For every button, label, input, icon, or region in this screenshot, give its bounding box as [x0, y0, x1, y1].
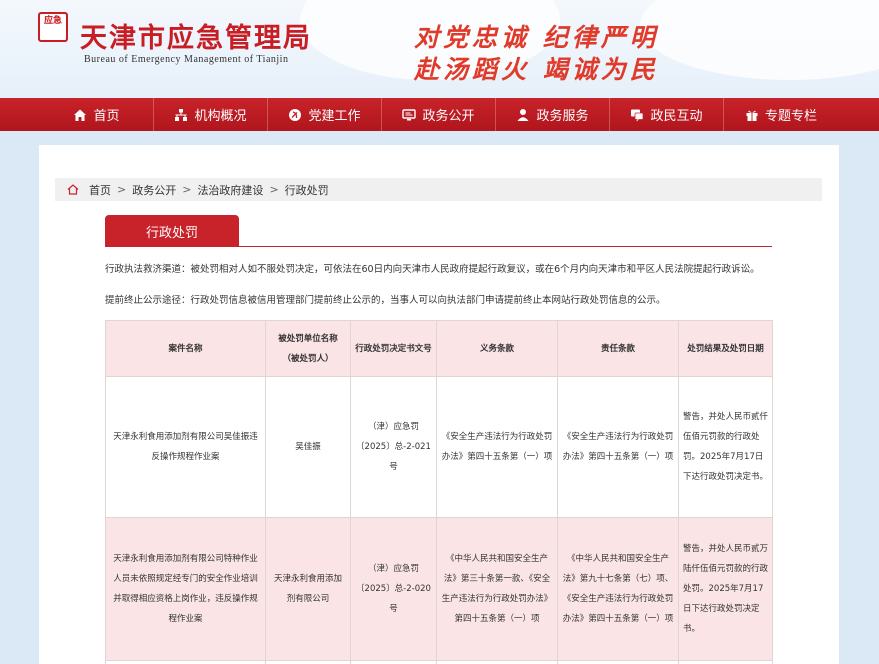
nav-item-label: 政务公开 [422, 109, 475, 124]
column-header: 义务条款 [436, 320, 558, 377]
table-cell-obligation: 《中华人民共和国安全生产法》第三十条第一款、《安全生产违法行为行政处罚办法》第四… [436, 517, 558, 661]
breadcrumb-separator: > [117, 183, 127, 196]
table-cell-empty [678, 660, 773, 664]
home-icon [67, 184, 79, 195]
table-cell-empty [105, 660, 266, 664]
notice-remedy-channel: 行政执法救济渠道：被处罚相对人如不服处罚决定，可依法在60日内向天津市人民政府提… [105, 264, 760, 275]
nav-item-party[interactable]: 党建工作 [268, 98, 382, 131]
table-cell-liability: 《中华人民共和国安全生产法》第九十七条第（七）项、《安全生产违法行为行政处罚办法… [557, 517, 679, 661]
breadcrumb: 首页 > 政务公开 > 法治政府建设 > 行政处罚 [55, 178, 822, 201]
nav-item-gov-service[interactable]: 政务服务 [496, 98, 610, 131]
table-row [105, 660, 773, 664]
header-cloud-decoration [640, 0, 879, 80]
nav-item-label: 专题专栏 [764, 109, 817, 124]
table-cell-decision-no: （津）应急罚〔2025〕总-2-021号 [350, 376, 437, 518]
table-header-row: 案件名称 被处罚单位名称（被处罚人） 行政处罚决定书文号 义务条款 责任条款 处… [105, 320, 773, 377]
column-header: 责任条款 [557, 320, 679, 377]
emblem-text: 应急 [43, 16, 62, 26]
table-cell-obligation: 《安全生产违法行为行政处罚办法》第四十五条第（一）项 [436, 376, 558, 518]
breadcrumb-link-home[interactable]: 首页 [89, 182, 111, 198]
nav-item-label: 政务服务 [536, 109, 589, 124]
nav-item-label: 政民互动 [650, 109, 703, 124]
penalty-table: 案件名称 被处罚单位名称（被处罚人） 行政处罚决定书文号 义务条款 责任条款 处… [105, 320, 773, 664]
table-cell-empty [350, 660, 437, 664]
home-icon [74, 109, 87, 121]
breadcrumb-link-gov-affairs[interactable]: 政务公开 [132, 182, 176, 198]
breadcrumb-separator: > [182, 183, 192, 196]
nav-item-gov-affairs[interactable]: 政务公开 [382, 98, 496, 131]
table-cell-case-name: 天津永利食用添加剂有限公司吴佳振违反操作规程作业案 [105, 376, 266, 518]
table-cell-result: 警告，并处人民币贰万陆仟伍佰元罚款的行政处罚。2025年7月17日下达行政处罚决… [678, 517, 773, 661]
table-row: 天津永利食用添加剂有限公司吴佳振违反操作规程作业案 吴佳振 （津）应急罚〔202… [105, 376, 773, 518]
nav-item-interaction[interactable]: 政民互动 [610, 98, 724, 131]
notice-early-termination: 提前终止公示途径：行政处罚信息被信用管理部门提前终止公示的，当事人可以向执法部门… [105, 295, 666, 306]
party-icon [289, 108, 302, 121]
table-cell-empty [436, 660, 558, 664]
user-icon [517, 108, 529, 121]
nav-item-label: 机构概况 [194, 109, 247, 124]
table-cell-party: 吴佳振 [265, 376, 351, 518]
site-subtitle: Bureau of Emergency Management of Tianji… [84, 54, 289, 65]
breadcrumb-link-law-gov[interactable]: 法治政府建设 [197, 182, 263, 198]
chat-icon [631, 109, 644, 121]
nav-item-label: 首页 [93, 109, 120, 124]
table-cell-empty [557, 660, 679, 664]
table-row: 天津永利食用添加剂有限公司特种作业人员未依照规定经专门的安全作业培训并取得相应资… [105, 517, 773, 661]
section-divider [105, 246, 772, 247]
site-title[interactable]: 天津市应急管理局 [80, 16, 312, 55]
table-cell-result: 警告，并处人民币贰仟伍佰元罚款的行政处罚。2025年7月17日下达行政处罚决定书… [678, 376, 773, 518]
column-header: 案件名称 [105, 320, 266, 377]
section-tab-penalty[interactable]: 行政处罚 [105, 215, 239, 247]
table-cell-party: 天津永利食用添加剂有限公司 [265, 517, 351, 661]
nav-item-org[interactable]: 机构概况 [154, 98, 268, 131]
gift-icon [746, 110, 758, 121]
table-cell-liability: 《安全生产违法行为行政处罚办法》第四十五条第（一）项 [557, 376, 679, 518]
table-cell-empty [265, 660, 351, 664]
table-cell-decision-no: （津）应急罚〔2025〕总-2-020号 [350, 517, 437, 661]
nav-item-topics[interactable]: 专题专栏 [724, 98, 838, 131]
column-header: 处罚结果及处罚日期 [678, 320, 773, 377]
breadcrumb-current[interactable]: 行政处罚 [285, 182, 329, 198]
column-header: 行政处罚决定书文号 [350, 320, 437, 377]
screen-icon [402, 108, 417, 120]
nav-item-home[interactable]: 首页 [40, 98, 154, 131]
content-card: 首页 > 政务公开 > 法治政府建设 > 行政处罚 行政处罚 行政执法救济渠道：… [39, 145, 839, 664]
main-nav: 首页 机构概况 党建工作 政务公开 政务服务 政民互动 专题专栏 [0, 98, 879, 131]
site-header: 应急 天津市应急管理局 Bureau of Emergency Manageme… [0, 0, 879, 98]
breadcrumb-separator: > [269, 183, 279, 196]
org-icon [175, 108, 188, 121]
slogan-line-1: 对党忠诚 纪律严明 [414, 23, 659, 52]
nav-item-label: 党建工作 [308, 109, 361, 124]
column-header: 被处罚单位名称（被处罚人） [265, 320, 351, 377]
agency-emblem-logo[interactable]: 应急 [38, 12, 68, 42]
table-cell-case-name: 天津永利食用添加剂有限公司特种作业人员未依照规定经专门的安全作业培训并取得相应资… [105, 517, 266, 661]
slogan-line-2: 赴汤蹈火 竭诚为民 [414, 55, 659, 84]
